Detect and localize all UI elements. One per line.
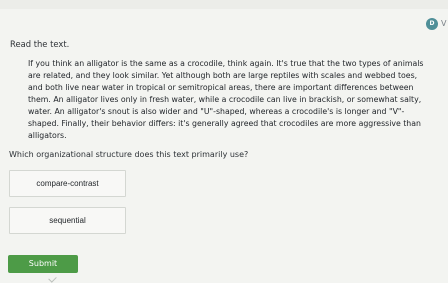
avatar-initial: D xyxy=(429,20,435,27)
user-label: V xyxy=(441,19,447,28)
answer-choice-sequential[interactable]: sequential xyxy=(9,207,126,234)
answer-choice-label: sequential xyxy=(49,216,86,225)
answer-choice-label: compare-contrast xyxy=(36,179,99,188)
partial-arrow-icon xyxy=(48,274,57,283)
reading-passage: If you think an alligator is the same as… xyxy=(28,59,424,140)
read-instruction: Read the text. xyxy=(10,39,70,49)
question-prompt: Which organizational structure does this… xyxy=(9,150,249,159)
user-avatar[interactable]: D xyxy=(426,18,438,30)
top-strip xyxy=(0,0,448,9)
answer-choice-compare-contrast[interactable]: compare-contrast xyxy=(9,170,126,197)
submit-button[interactable]: Submit xyxy=(8,255,78,273)
